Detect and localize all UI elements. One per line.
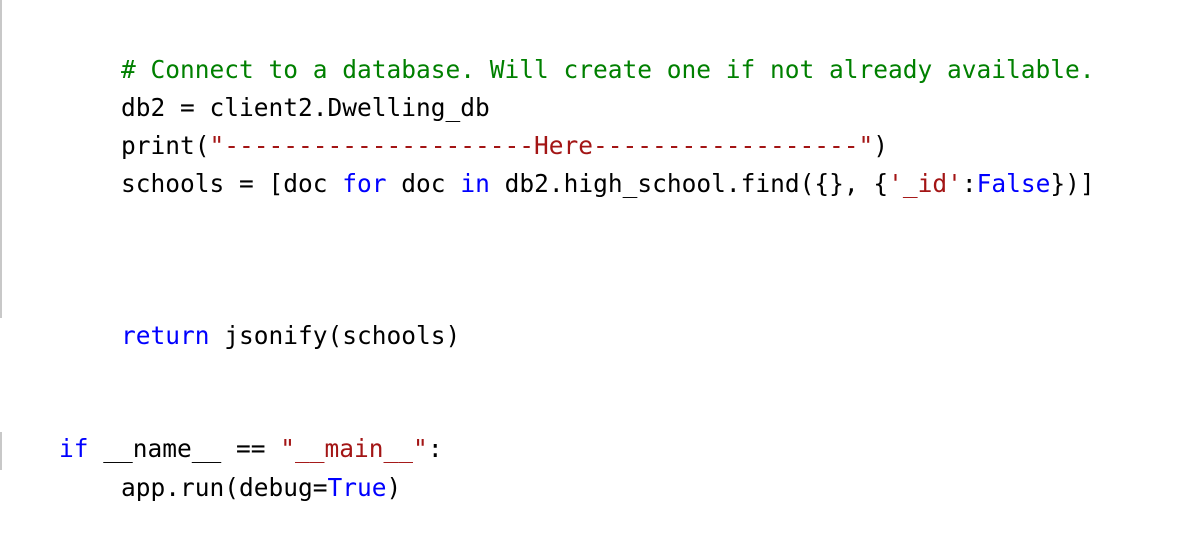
code-line-db-assign[interactable]: db2 = client2.Dwelling_db	[62, 51, 490, 122]
code-editor[interactable]: # Connect to a database. Will create one…	[0, 0, 1188, 502]
indent-guide-function-body	[0, 0, 2, 318]
string-token: '_id'	[888, 169, 962, 198]
code-line-app-run[interactable]: app.run(debug=True)	[62, 431, 401, 502]
code-token: jsonify(schools)	[209, 321, 461, 350]
code-line-if-main[interactable]: if __name__ == "__main__":	[0, 392, 443, 463]
keyword-token: in	[460, 169, 490, 198]
code-token: app.run(debug=	[121, 473, 328, 502]
code-token: :	[961, 169, 977, 198]
keyword-token: for	[342, 169, 387, 198]
code-line-print[interactable]: print("---------------------Here--------…	[62, 89, 888, 160]
keyword-token: True	[327, 473, 387, 502]
code-token: :	[427, 434, 443, 463]
code-token: db2.high_school.find({}, {	[489, 169, 889, 198]
code-token: })]	[1050, 169, 1095, 198]
code-line-return[interactable]: return jsonify(schools)	[62, 279, 460, 350]
code-token: doc	[386, 169, 461, 198]
code-token: schools = [doc	[121, 169, 343, 198]
keyword-token: False	[976, 169, 1051, 198]
code-line-comment[interactable]: # Connect to a database. Will create one…	[62, 13, 1095, 84]
keyword-token: return	[121, 321, 210, 350]
code-line-schools[interactable]: schools = [doc for doc in db2.high_schoo…	[62, 127, 1095, 198]
code-token: )	[386, 473, 402, 502]
